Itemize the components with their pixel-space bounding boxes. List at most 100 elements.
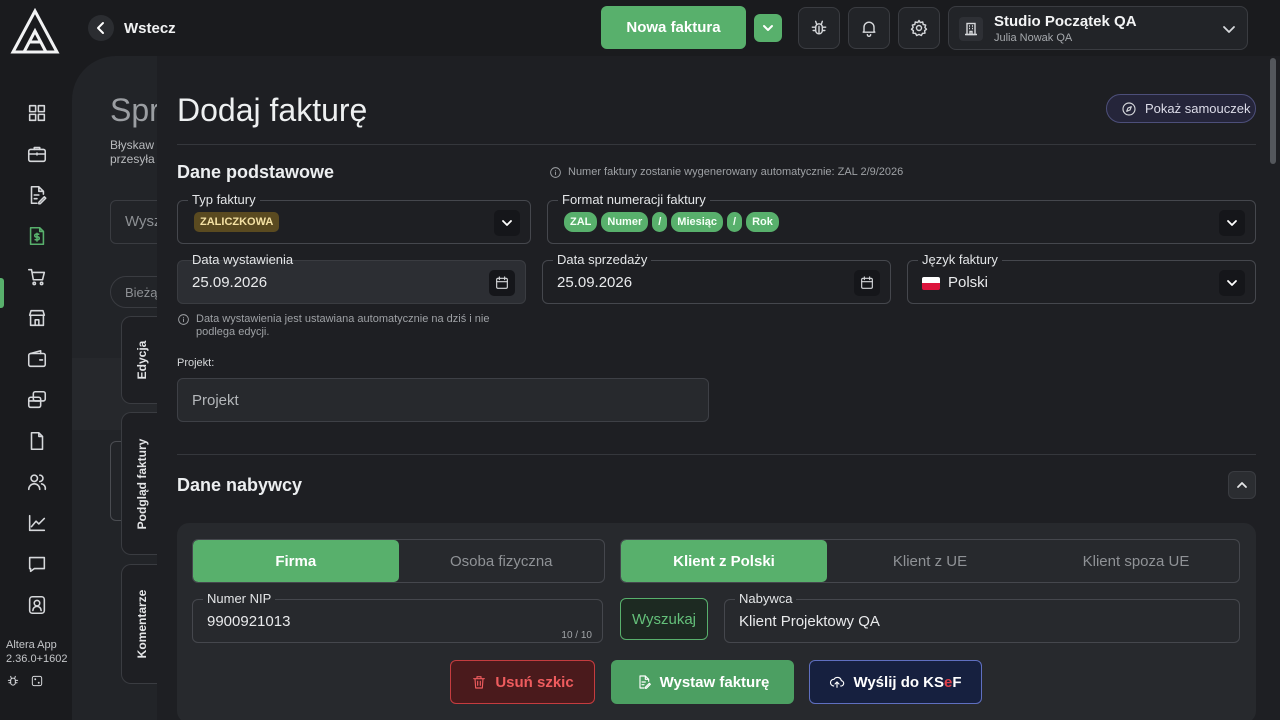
poland-flag-icon (922, 276, 940, 290)
section-basic-data: Dane podstawowe (177, 162, 335, 182)
invoice-type-select[interactable]: Typ faktury ZALICZKOWA (177, 192, 531, 244)
info-icon (550, 167, 561, 178)
grid-icon (28, 104, 46, 122)
sidebar-item-charts[interactable] (26, 512, 48, 534)
numbering-chip: Rok (746, 212, 779, 232)
invoice-type-label: Typ faktury (188, 192, 260, 207)
chevron-down-icon (494, 210, 520, 236)
collapse-section-button[interactable] (1228, 471, 1256, 499)
origin-option-poland[interactable]: Klient z Polski (621, 540, 827, 582)
back-button[interactable]: Wstecz (88, 15, 176, 41)
numbering-chip: Miesiąc (671, 212, 724, 232)
new-invoice-dropdown-button[interactable] (754, 14, 782, 42)
sale-date-field[interactable]: Data sprzedaży 25.09.2026 (542, 252, 891, 304)
sidebar-item-documents[interactable] (26, 184, 48, 206)
company-name: Studio Początek QA (994, 13, 1137, 30)
active-indicator (0, 278, 4, 308)
auto-number-info: Numer faktury zostanie wygenerowany auto… (549, 166, 903, 179)
briefcase-icon (27, 146, 47, 163)
sidebar-item-profile[interactable] (26, 594, 48, 616)
nip-field[interactable]: Numer NIP 9900921013 10 / 10 (192, 591, 603, 643)
gear-icon (910, 19, 928, 37)
calendar-icon (489, 270, 515, 296)
numbering-format-select[interactable]: Format numeracji faktury ZAL Numer / Mie… (547, 192, 1256, 244)
wallet-icon (27, 349, 47, 368)
section-buyer-data: Dane nabywcy (177, 475, 303, 495)
sidebar-item-portfolio[interactable] (26, 143, 48, 165)
settings-button[interactable] (898, 7, 940, 49)
project-input[interactable]: Projekt (177, 378, 709, 422)
divider (177, 454, 1256, 455)
language-text: Polski (948, 274, 989, 291)
tab-edit[interactable]: Edycja (121, 316, 161, 404)
compass-icon (1122, 101, 1136, 116)
buyer-label: Nabywca (735, 591, 797, 606)
info-icon (178, 314, 189, 325)
calendar-icon[interactable] (854, 270, 880, 296)
sidebar-item-file[interactable] (26, 430, 48, 452)
sidebar-item-transfers[interactable] (26, 389, 48, 411)
sidebar-item-cart[interactable] (26, 266, 48, 288)
sidebar-item-store[interactable] (26, 307, 48, 329)
issue-invoice-button[interactable]: Wystaw fakturę (611, 660, 794, 704)
divider (177, 144, 1256, 145)
document-edit-icon (30, 185, 47, 205)
invoice-language-select[interactable]: Język faktury Polski (907, 252, 1256, 304)
tab-comments[interactable]: Komentarze (121, 564, 161, 684)
company-switcher[interactable]: Studio Początek QA Julia Nowak QA (948, 6, 1248, 50)
nip-value[interactable]: 9900921013 (207, 613, 290, 630)
entity-type-toggle[interactable]: Firma Osoba fizyczna (192, 539, 605, 583)
sale-date-value[interactable]: 25.09.2026 (557, 274, 632, 291)
language-value: Polski (922, 274, 988, 291)
origin-option-non-eu[interactable]: Klient spoza UE (1033, 540, 1239, 582)
sidebar-item-dashboard[interactable] (26, 102, 48, 124)
ksef-label-prefix: Wyślij do KS (853, 673, 945, 691)
chevron-left-icon (88, 15, 114, 41)
tab-invoice-preview[interactable]: Podgląd faktury (121, 412, 161, 555)
bug-icon[interactable] (6, 674, 20, 688)
auto-number-text: Numer faktury zostanie wygenerowany auto… (568, 166, 904, 178)
entity-option-person[interactable]: Osoba fizyczna (399, 540, 605, 582)
version-icons (6, 674, 44, 688)
user-name: Julia Nowak QA (994, 32, 1073, 44)
client-origin-toggle[interactable]: Klient z Polski Klient z UE Klient spoza… (620, 539, 1240, 583)
origin-option-eu[interactable]: Klient z UE (827, 540, 1033, 582)
numbering-chips: ZAL Numer / Miesiąc / Rok (564, 212, 779, 232)
chevron-down-icon (1219, 210, 1245, 236)
add-invoice-drawer: Dodaj fakturę Pokaż samouczek Dane podst… (157, 56, 1280, 720)
invoice-type-badge: ZALICZKOWA (194, 212, 280, 232)
numbering-chip: Numer (601, 212, 649, 232)
top-bar: Wstecz Nowa faktura Studio Początek QA J… (0, 0, 1280, 56)
version-name: Altera App (6, 639, 57, 651)
app-logo[interactable] (10, 8, 60, 54)
ksef-label-suffix: F (952, 673, 962, 691)
sidebar-item-users[interactable] (26, 471, 48, 493)
buyer-value[interactable]: Klient Projektowy QA (739, 613, 880, 630)
sidebar-item-wallet[interactable] (26, 348, 48, 370)
issue-date-info-text: Data wystawienia jest ustawiana automaty… (196, 313, 490, 338)
tab-comments-label: Komentarze (134, 589, 149, 659)
delete-draft-button[interactable]: Usuń szkic (450, 660, 595, 704)
nip-search-button[interactable]: Wyszukaj (620, 598, 708, 640)
sale-date-label: Data sprzedaży (553, 252, 652, 267)
entity-option-company[interactable]: Firma (193, 540, 399, 582)
sidebar-item-invoices[interactable] (26, 225, 48, 247)
chevron-up-icon (1237, 482, 1247, 488)
new-invoice-button[interactable]: Nowa faktura (601, 6, 746, 49)
sidebar-item-messages[interactable] (26, 553, 48, 575)
cart-icon (27, 268, 46, 286)
send-to-ksef-button[interactable]: Wyślij do KSeF (809, 660, 982, 704)
nip-char-count: 10 / 10 (561, 630, 592, 641)
bug-report-button[interactable] (798, 7, 840, 49)
tab-preview-label: Podgląd faktury (134, 438, 149, 529)
buyer-field[interactable]: Nabywca Klient Projektowy QA (724, 591, 1240, 643)
scrollbar[interactable] (1270, 58, 1276, 164)
project-label: Projekt: (177, 357, 215, 369)
delete-draft-label: Usuń szkic (495, 673, 574, 691)
bell-icon (862, 21, 876, 37)
show-tutorial-button[interactable]: Pokaż samouczek (1106, 94, 1256, 123)
notifications-button[interactable] (848, 7, 890, 49)
tutorial-label: Pokaż samouczek (1145, 101, 1251, 116)
issue-invoice-label: Wystaw fakturę (659, 673, 770, 691)
dice-icon[interactable] (30, 674, 44, 688)
